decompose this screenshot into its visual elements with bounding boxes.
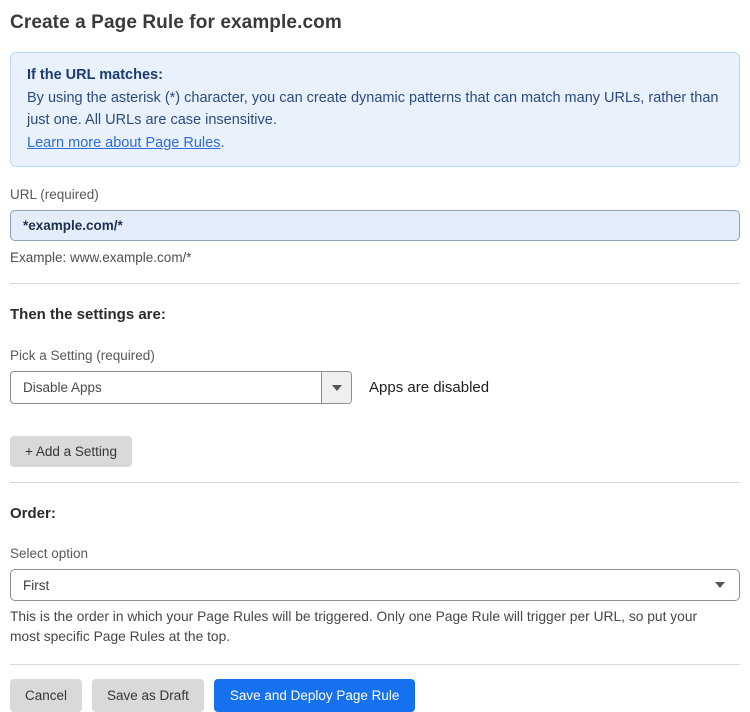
divider <box>10 664 740 665</box>
caret-down-icon <box>715 582 725 588</box>
divider <box>10 283 740 284</box>
url-example-helper: Example: www.example.com/* <box>10 250 192 265</box>
setting-select-arrow-button[interactable] <box>321 372 351 403</box>
setting-row: Disable Apps Apps are disabled <box>10 371 740 404</box>
divider <box>10 482 740 483</box>
setting-select-value: Disable Apps <box>23 380 102 395</box>
url-input[interactable] <box>10 210 740 241</box>
save-and-deploy-button[interactable]: Save and Deploy Page Rule <box>213 679 416 712</box>
order-section-heading: Order: <box>10 505 56 522</box>
settings-section-heading: Then the settings are: <box>10 306 166 323</box>
order-select-label: Select option <box>10 546 89 561</box>
pick-setting-label: Pick a Setting (required) <box>10 348 155 363</box>
save-as-draft-button[interactable]: Save as Draft <box>92 679 204 712</box>
info-link-line: Learn more about Page Rules. <box>27 132 723 155</box>
order-select-value: First <box>23 577 50 593</box>
footer-action-bar: Cancel Save as Draft Save and Deploy Pag… <box>10 679 740 712</box>
setting-status-text: Apps are disabled <box>369 379 490 396</box>
link-period: . <box>220 134 225 151</box>
add-setting-button[interactable]: + Add a Setting <box>10 436 132 467</box>
url-match-info-callout: If the URL matches: By using the asteris… <box>10 52 740 167</box>
url-field-label: URL (required) <box>10 187 99 202</box>
info-body-text: By using the asterisk (*) character, you… <box>27 89 719 129</box>
caret-down-icon <box>331 384 342 391</box>
cancel-button[interactable]: Cancel <box>10 679 83 712</box>
learn-more-link[interactable]: Learn more about Page Rules <box>27 135 220 151</box>
create-page-rule-panel: Create a Page Rule for example.com If th… <box>0 0 750 712</box>
setting-select[interactable]: Disable Apps <box>10 371 352 404</box>
page-title: Create a Page Rule for example.com <box>10 12 342 33</box>
order-helper-text: This is the order in which your Page Rul… <box>10 609 698 644</box>
order-select[interactable]: First <box>10 569 740 601</box>
info-heading: If the URL matches: <box>27 67 163 83</box>
